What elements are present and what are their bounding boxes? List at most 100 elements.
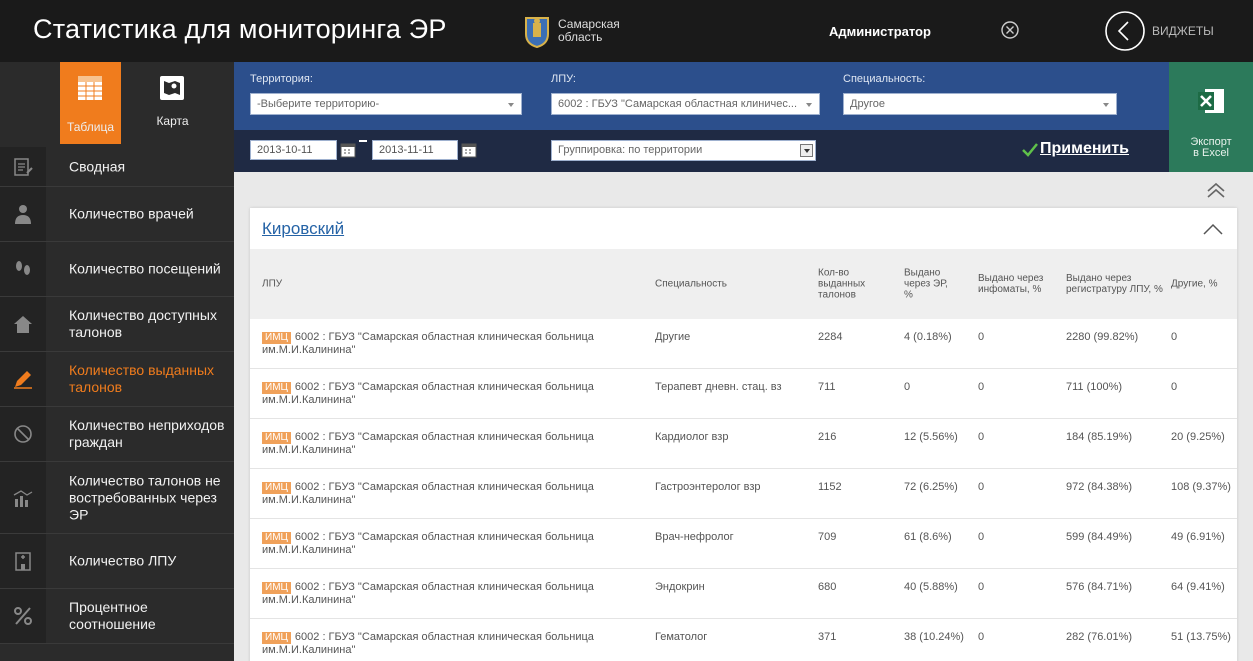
date-from-input[interactable]: 2013-10-11 bbox=[250, 140, 337, 160]
cell-via-registry: 282 (76.01%) bbox=[1066, 631, 1133, 643]
export-excel-button[interactable]: Экспорт в Excel bbox=[1169, 62, 1253, 172]
tab-map[interactable]: Карта bbox=[142, 62, 203, 144]
cell-via-kiosk: 0 bbox=[978, 381, 985, 393]
date-range-separator bbox=[359, 140, 367, 142]
footprints-icon bbox=[16, 261, 30, 275]
user-name[interactable]: Администратор bbox=[829, 24, 931, 39]
filter-bar: Территория: -Выберите территорию- ЛПУ: 6… bbox=[234, 62, 1169, 172]
table-row[interactable]: ИМЦ 6002 : ГБУЗ "Самарская областная клин… bbox=[250, 569, 1237, 619]
cell-lpu: ИМЦ 6002 : ГБУЗ "Самарская областная клин… bbox=[262, 481, 594, 506]
sidebar-item-summary[interactable]: Сводная bbox=[0, 147, 234, 187]
percent-icon bbox=[14, 607, 32, 625]
cell-other: 64 (9.41%) bbox=[1171, 581, 1225, 593]
sidebar: Таблица Карта Сводная Количество врачей … bbox=[0, 62, 234, 661]
sidebar-item-doctors[interactable]: Количество врачей bbox=[0, 187, 234, 242]
cell-lpu: ИМЦ 6002 : ГБУЗ "Самарская областная клин… bbox=[262, 381, 594, 406]
cell-via-kiosk: 0 bbox=[978, 531, 985, 543]
calendar-icon[interactable] bbox=[340, 142, 356, 158]
imc-badge: ИМЦ bbox=[262, 632, 291, 644]
cell-via-registry: 184 (85.19%) bbox=[1066, 431, 1133, 443]
sidebar-item-issued-tickets[interactable]: Количество выданных талонов bbox=[0, 352, 234, 407]
territory-label: Территория: bbox=[250, 73, 313, 85]
table-body: ИМЦ 6002 : ГБУЗ "Самарская областная клин… bbox=[250, 319, 1237, 661]
table-icon bbox=[78, 76, 102, 100]
house-icon bbox=[14, 316, 32, 333]
chevron-up-icon[interactable] bbox=[1202, 222, 1224, 236]
back-chevron-icon[interactable] bbox=[1104, 10, 1146, 52]
imc-badge: ИМЦ bbox=[262, 382, 291, 394]
imc-badge: ИМЦ bbox=[262, 532, 291, 544]
table-row[interactable]: ИМЦ 6002 : ГБУЗ "Самарская областная клин… bbox=[250, 469, 1237, 519]
sidebar-item-no-shows[interactable]: Количество неприходов граждан bbox=[0, 407, 234, 462]
sidebar-item-percent[interactable]: Процентное соотношение bbox=[0, 589, 234, 644]
territory-select[interactable]: -Выберите территорию- bbox=[250, 93, 522, 115]
building-icon bbox=[15, 552, 31, 571]
apply-button[interactable]: Применить bbox=[1040, 140, 1129, 158]
cell-specialty: Гастроэнтеролог взр bbox=[655, 481, 761, 493]
table-row[interactable]: ИМЦ 6002 : ГБУЗ "Самарская областная клин… bbox=[250, 519, 1237, 569]
cell-lpu: ИМЦ 6002 : ГБУЗ "Самарская областная клин… bbox=[262, 531, 594, 556]
cell-specialty: Эндокрин bbox=[655, 581, 705, 593]
header: Статистика для мониторинга ЭР Самарская … bbox=[0, 0, 1253, 62]
no-show-icon bbox=[14, 425, 32, 443]
cell-issued: 216 bbox=[818, 431, 837, 443]
sidebar-nav: Сводная Количество врачей Количество пос… bbox=[0, 147, 234, 644]
sidebar-item-unclaimed-tickets[interactable]: Количество талонов не востребованных чер… bbox=[0, 462, 234, 534]
sidebar-item-available-tickets[interactable]: Количество доступных талонов bbox=[0, 297, 234, 352]
tab-table[interactable]: Таблица bbox=[60, 62, 121, 144]
map-icon bbox=[160, 76, 184, 100]
col-lpu[interactable]: ЛПУ bbox=[262, 279, 282, 290]
cell-specialty: Терапевт дневн. стац. вз bbox=[655, 381, 782, 393]
calendar-icon[interactable] bbox=[461, 142, 477, 158]
lpu-select[interactable]: 6002 : ГБУЗ "Самарская областная клиниче… bbox=[551, 93, 820, 115]
lpu-label: ЛПУ: bbox=[551, 73, 576, 85]
imc-badge: ИМЦ bbox=[262, 482, 291, 494]
logout-icon[interactable] bbox=[1000, 20, 1020, 40]
panel-title[interactable]: Кировский bbox=[262, 219, 344, 239]
chevron-down-icon bbox=[800, 144, 813, 157]
cell-issued: 371 bbox=[818, 631, 837, 643]
imc-badge: ИМЦ bbox=[262, 582, 291, 594]
col-specialty[interactable]: Специальность bbox=[655, 279, 727, 290]
cell-issued: 2284 bbox=[818, 331, 843, 343]
cell-lpu: ИМЦ 6002 : ГБУЗ "Самарская областная клин… bbox=[262, 331, 594, 356]
date-to-input[interactable]: 2013-11-11 bbox=[372, 140, 458, 160]
grouping-select[interactable]: Группировка: по территории bbox=[551, 140, 816, 161]
imc-badge: ИМЦ bbox=[262, 332, 291, 344]
cell-other: 108 (9.37%) bbox=[1171, 481, 1231, 493]
chevron-down-icon bbox=[508, 103, 514, 107]
table-row[interactable]: ИМЦ 6002 : ГБУЗ "Самарская областная клин… bbox=[250, 369, 1237, 419]
sidebar-item-visits[interactable]: Количество посещений bbox=[0, 242, 234, 297]
excel-icon bbox=[1198, 89, 1224, 113]
app-title: Статистика для мониторинга ЭР bbox=[33, 14, 447, 44]
checkmark-icon bbox=[1022, 143, 1038, 157]
cell-via-kiosk: 0 bbox=[978, 331, 985, 343]
collapse-all-icon[interactable] bbox=[1205, 182, 1227, 198]
cell-via-kiosk: 0 bbox=[978, 581, 985, 593]
cell-specialty: Гематолог bbox=[655, 631, 708, 643]
cell-lpu: ИМЦ 6002 : ГБУЗ "Самарская областная клин… bbox=[262, 431, 594, 456]
col-via-registry[interactable]: Выдано через регистратуру ЛПУ, % bbox=[1066, 273, 1166, 295]
table-header: ЛПУ Специальность Кол-во выданных талоно… bbox=[250, 249, 1237, 319]
col-issued[interactable]: Кол-во выданных талонов bbox=[818, 268, 873, 301]
cell-via-kiosk: 0 bbox=[978, 631, 985, 643]
col-other[interactable]: Другие, % bbox=[1171, 279, 1217, 290]
cell-via-registry: 2280 (99.82%) bbox=[1066, 331, 1139, 343]
cell-issued: 680 bbox=[818, 581, 837, 593]
cell-via-er: 0 bbox=[904, 381, 911, 393]
cell-via-er: 38 (10.24%) bbox=[904, 631, 964, 643]
specialty-select[interactable]: Другое bbox=[843, 93, 1117, 115]
col-via-er[interactable]: Выдано через ЭР, % bbox=[904, 268, 959, 301]
cell-via-er: 61 (8.6%) bbox=[904, 531, 952, 543]
table-row[interactable]: ИМЦ 6002 : ГБУЗ "Самарская областная клин… bbox=[250, 619, 1237, 661]
cell-via-registry: 972 (84.38%) bbox=[1066, 481, 1133, 493]
cell-other: 0 bbox=[1171, 331, 1178, 343]
sidebar-item-lpu-count[interactable]: Количество ЛПУ bbox=[0, 534, 234, 589]
table-row[interactable]: ИМЦ 6002 : ГБУЗ "Самарская областная клин… bbox=[250, 419, 1237, 469]
cell-via-registry: 711 (100%) bbox=[1066, 381, 1123, 393]
col-via-kiosk[interactable]: Выдано через инфоматы, % bbox=[978, 273, 1048, 295]
widgets-link[interactable]: ВИДЖЕТЫ bbox=[1152, 24, 1214, 38]
cell-via-er: 4 (0.18%) bbox=[904, 331, 952, 343]
table-row[interactable]: ИМЦ 6002 : ГБУЗ "Самарская областная клин… bbox=[250, 319, 1237, 369]
cell-via-er: 12 (5.56%) bbox=[904, 431, 958, 443]
